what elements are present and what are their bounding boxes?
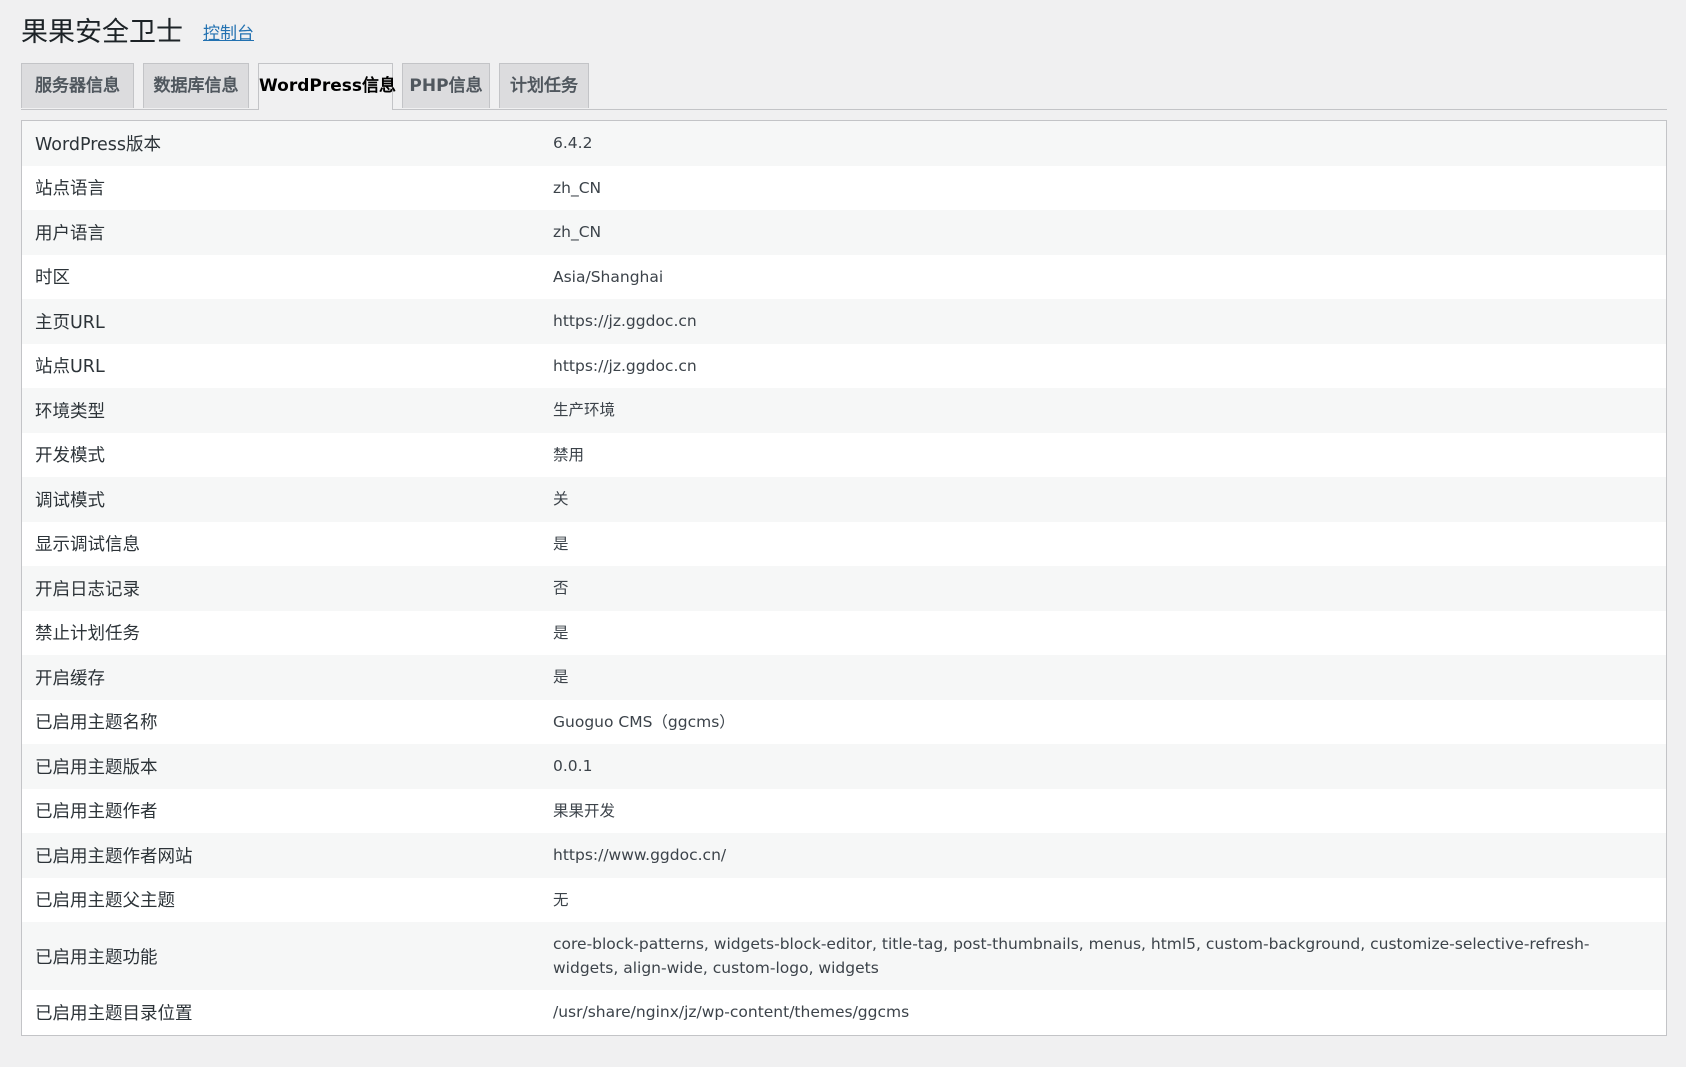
row-key: 已启用主题目录位置 bbox=[22, 990, 553, 1035]
tab-database-info[interactable]: 数据库信息 bbox=[143, 63, 249, 108]
row-key: 禁止计划任务 bbox=[22, 610, 553, 655]
row-value: 是 bbox=[553, 521, 1666, 566]
table-row: 已启用主题版本 0.0.1 bbox=[22, 744, 1666, 789]
info-table: WordPress版本 6.4.2 站点语言 zh_CN 用户语言 zh_CN 时区 Asia… bbox=[22, 121, 1666, 1035]
row-key: 开发模式 bbox=[22, 432, 553, 477]
row-key: 已启用主题版本 bbox=[22, 744, 553, 789]
table-row: 站点URL https://jz.ggdoc.cn bbox=[22, 343, 1666, 388]
row-value: 关 bbox=[553, 477, 1666, 522]
row-key: 开启缓存 bbox=[22, 655, 553, 700]
tab-bar: 服务器信息 数据库信息 WordPress信息 PHP信息 计划任务 bbox=[21, 63, 1667, 110]
table-row: 已启用主题名称 Guoguo CMS（ggcms） bbox=[22, 699, 1666, 744]
table-row: 已启用主题功能 core-block-patterns, widgets-bloc… bbox=[22, 922, 1666, 990]
table-row: 开发模式 禁用 bbox=[22, 432, 1666, 477]
table-row: 显示调试信息是 bbox=[22, 521, 1666, 566]
table-row: 开启缓存是 bbox=[22, 655, 1666, 700]
row-value: 6.4.2 bbox=[553, 121, 1666, 166]
table-row: 主页URL https://jz.ggdoc.cn bbox=[22, 299, 1666, 344]
table-row: 已启用主题目录位置/usr/share/nginx/jz/wp-content/… bbox=[22, 990, 1666, 1035]
row-value: /usr/share/nginx/jz/wp-content/themes/gg… bbox=[553, 990, 1666, 1035]
table-row: 开启日志记录否 bbox=[22, 566, 1666, 611]
row-value: 是 bbox=[553, 610, 1666, 655]
row-key: 用户语言 bbox=[22, 210, 553, 255]
table-row: 调试模式关 bbox=[22, 477, 1666, 522]
table-row: 环境类型 生产环境 bbox=[22, 388, 1666, 433]
table-row: 站点语言 zh_CN bbox=[22, 165, 1666, 210]
table-row: WordPress版本 6.4.2 bbox=[22, 121, 1666, 166]
tab-wordpress-info[interactable]: WordPress信息 bbox=[258, 63, 396, 110]
row-value: 生产环境 bbox=[553, 388, 1666, 433]
tab-server-info[interactable]: 服务器信息 bbox=[21, 63, 134, 108]
row-value: 果果开发 bbox=[553, 788, 1666, 833]
row-value: 否 bbox=[553, 566, 1666, 611]
row-value: zh_CN bbox=[553, 165, 1666, 210]
row-key: 开启日志记录 bbox=[22, 566, 553, 611]
table-row: 已启用主题作者网站 https://www.ggdoc.cn/ bbox=[22, 833, 1666, 878]
row-key: 站点URL bbox=[22, 343, 553, 388]
row-key: 时区 bbox=[22, 254, 553, 299]
page-title: 果果安全卫士 bbox=[21, 17, 183, 48]
row-value: https://jz.ggdoc.cn bbox=[553, 343, 1666, 388]
page-header: 果果安全卫士 控制台 bbox=[21, 0, 1686, 60]
row-key: 主页URL bbox=[22, 299, 553, 344]
row-key: 已启用主题名称 bbox=[22, 699, 553, 744]
tab-php-info[interactable]: PHP信息 bbox=[402, 63, 490, 108]
wordpress-info-panel: WordPress版本 6.4.2 站点语言 zh_CN 用户语言 zh_CN 时区 Asia… bbox=[21, 120, 1667, 1036]
row-value: 禁用 bbox=[553, 432, 1666, 477]
row-value: Guoguo CMS（ggcms） bbox=[553, 699, 1666, 744]
row-key: 显示调试信息 bbox=[22, 521, 553, 566]
row-value: 0.0.1 bbox=[553, 744, 1666, 789]
row-value: Asia/Shanghai bbox=[553, 254, 1666, 299]
row-value: core-block-patterns, widgets-block-edito… bbox=[553, 922, 1666, 990]
row-key: 调试模式 bbox=[22, 477, 553, 522]
table-row: 已启用主题父主题无 bbox=[22, 877, 1666, 922]
row-key: 已启用主题作者 bbox=[22, 788, 553, 833]
row-key: WordPress版本 bbox=[22, 121, 553, 166]
table-row: 用户语言 zh_CN bbox=[22, 210, 1666, 255]
row-value: https://jz.ggdoc.cn bbox=[553, 299, 1666, 344]
row-key: 环境类型 bbox=[22, 388, 553, 433]
table-row: 禁止计划任务是 bbox=[22, 610, 1666, 655]
console-link[interactable]: 控制台 bbox=[203, 19, 254, 44]
row-value: zh_CN bbox=[553, 210, 1666, 255]
tab-cron-tasks[interactable]: 计划任务 bbox=[499, 63, 589, 108]
row-key: 站点语言 bbox=[22, 165, 553, 210]
table-row: 已启用主题作者 果果开发 bbox=[22, 788, 1666, 833]
row-key: 已启用主题功能 bbox=[22, 922, 553, 990]
row-value: https://www.ggdoc.cn/ bbox=[553, 833, 1666, 878]
row-key: 已启用主题作者网站 bbox=[22, 833, 553, 878]
row-value: 无 bbox=[553, 877, 1666, 922]
table-row: 时区 Asia/Shanghai bbox=[22, 254, 1666, 299]
row-key: 已启用主题父主题 bbox=[22, 877, 553, 922]
row-value: 是 bbox=[553, 655, 1666, 700]
